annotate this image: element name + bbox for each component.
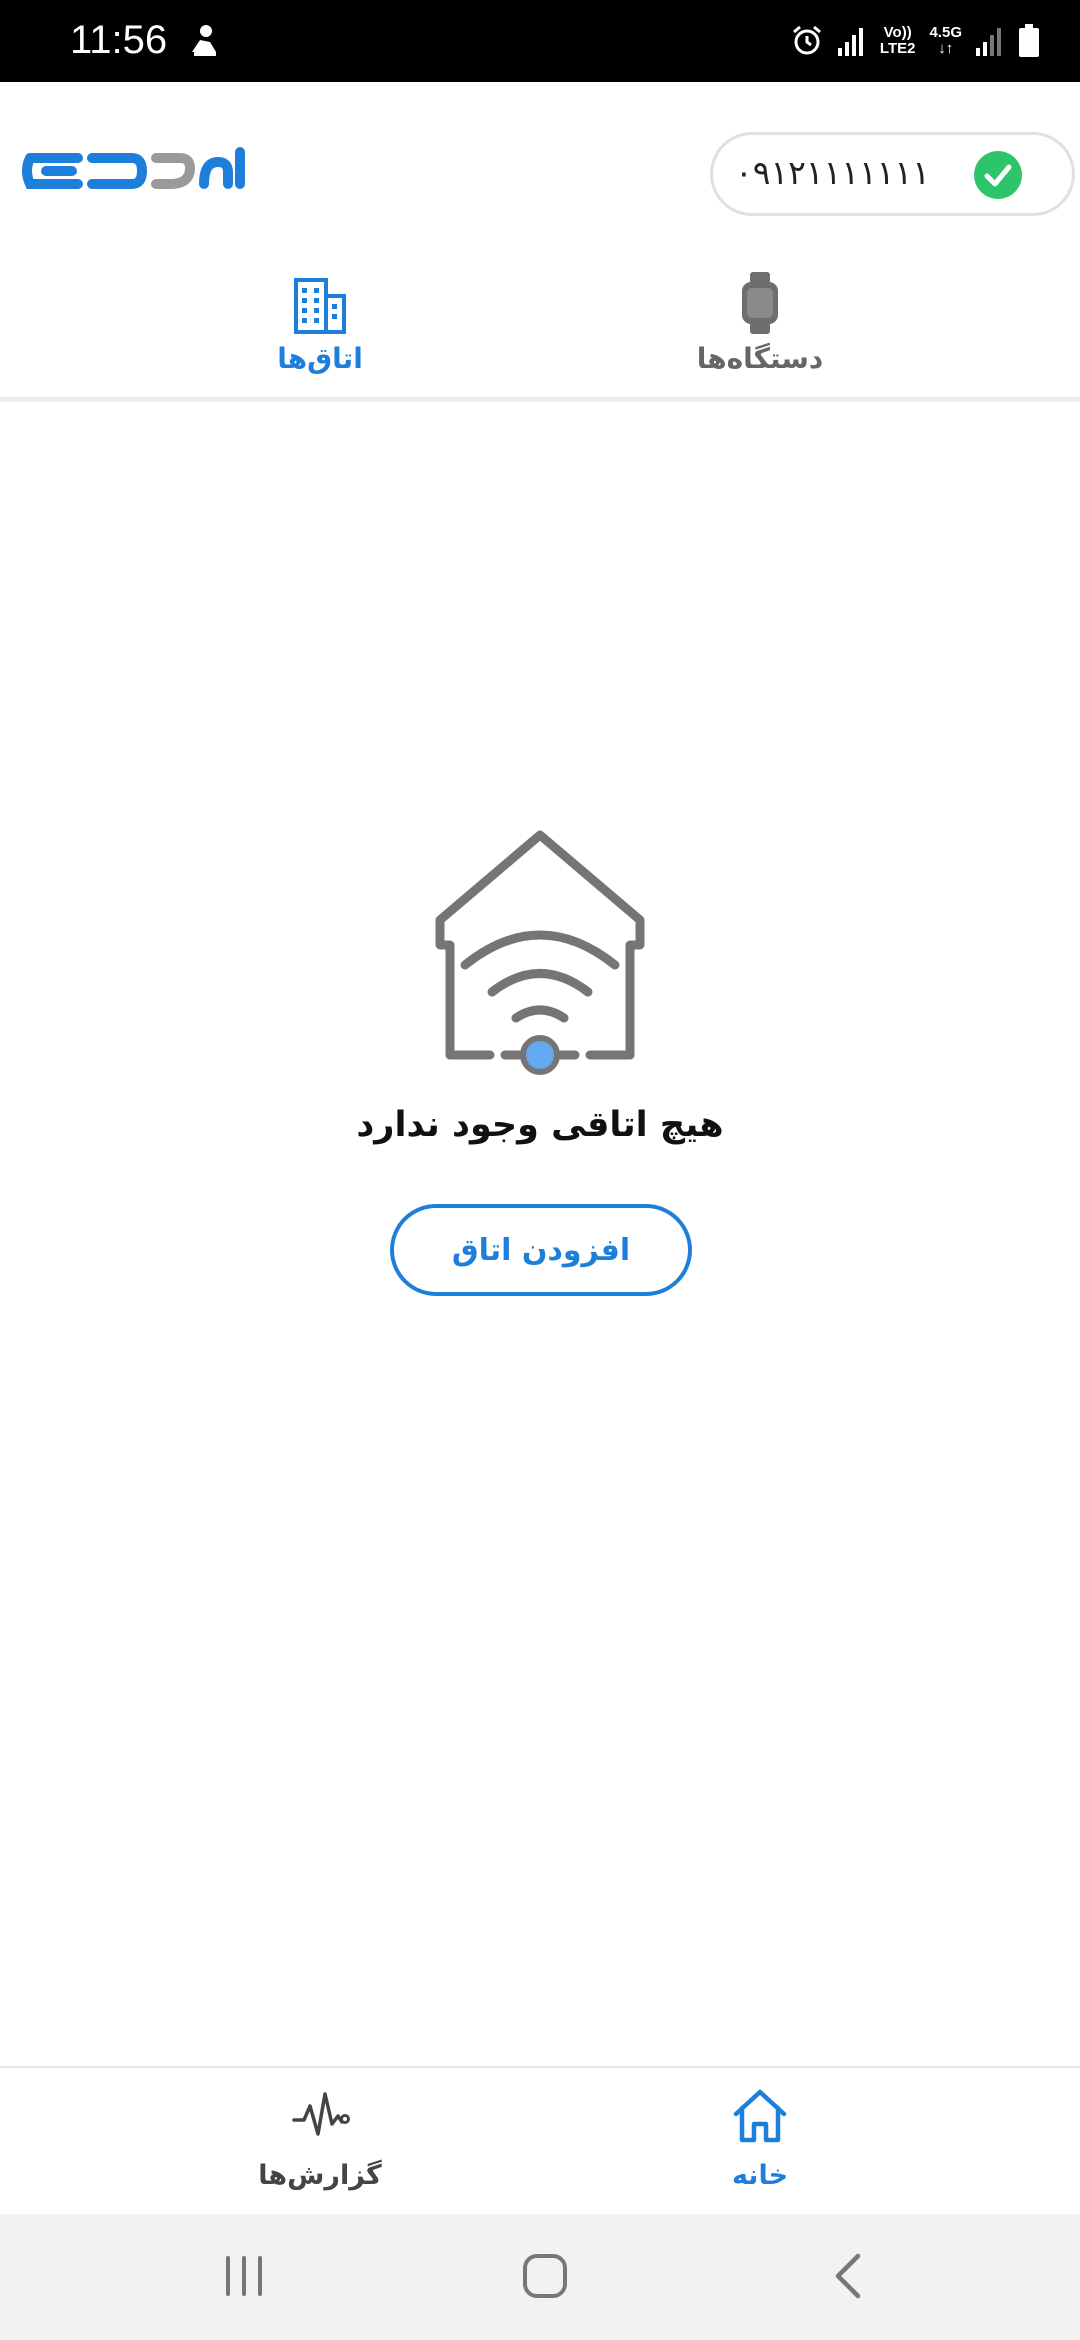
pulse-icon [292, 2092, 350, 2136]
account-chip[interactable]: ۰۹۱۲۱۱۱۱۱۱۱ [710, 132, 1075, 216]
top-tabs: اتاق‌ها دستگاه‌ها [0, 262, 1080, 402]
home-icon [733, 2089, 787, 2143]
recents-icon[interactable] [214, 2246, 274, 2306]
empty-state-message: هیچ اتاقی وجود ندارد [356, 1105, 724, 1145]
bottom-nav: خانه گزارش‌ها [0, 2066, 1080, 2214]
signal-icon-2 [976, 28, 1001, 56]
battery-icon [1019, 24, 1039, 57]
nav-home[interactable]: خانه [610, 2068, 910, 2216]
network-label: Vo)) LTE2 [879, 24, 916, 57]
watch-icon [742, 272, 778, 334]
network-type: 4.5G ↓↑ [929, 24, 962, 57]
nav-home-label: خانه [731, 2160, 789, 2191]
status-bar: 11:56 Vo)) LTE2 4.5G ↓↑ [0, 0, 1080, 82]
app-header: ۰۹۱۲۱۱۱۱۱۱۱ [0, 82, 1080, 262]
tab-rooms-label: اتاق‌ها [277, 342, 363, 375]
home-button-icon[interactable] [515, 2246, 575, 2306]
smart-home-icon [435, 830, 645, 1075]
nav-reports[interactable]: گزارش‌ها [170, 2068, 470, 2216]
add-room-button[interactable]: افزودن اتاق [390, 1204, 692, 1296]
status-icons: Vo)) LTE2 4.5G ↓↑ [790, 18, 1040, 64]
notification-icon [192, 25, 216, 56]
status-time: 11:56 [70, 18, 168, 62]
signal-icon [837, 28, 863, 56]
building-icon [294, 278, 346, 334]
phone-number: ۰۹۱۲۱۱۱۱۱۱۱ [735, 153, 930, 192]
alarm-icon [792, 25, 821, 55]
tab-devices[interactable]: دستگاه‌ها [610, 262, 910, 397]
system-nav-bar [0, 2214, 1080, 2340]
tab-devices-label: دستگاه‌ها [696, 342, 824, 375]
brand-logo [22, 147, 245, 189]
nav-reports-label: گزارش‌ها [258, 2160, 382, 2191]
check-icon [974, 151, 1022, 199]
tab-rooms[interactable]: اتاق‌ها [170, 262, 470, 397]
back-icon[interactable] [820, 2246, 880, 2306]
